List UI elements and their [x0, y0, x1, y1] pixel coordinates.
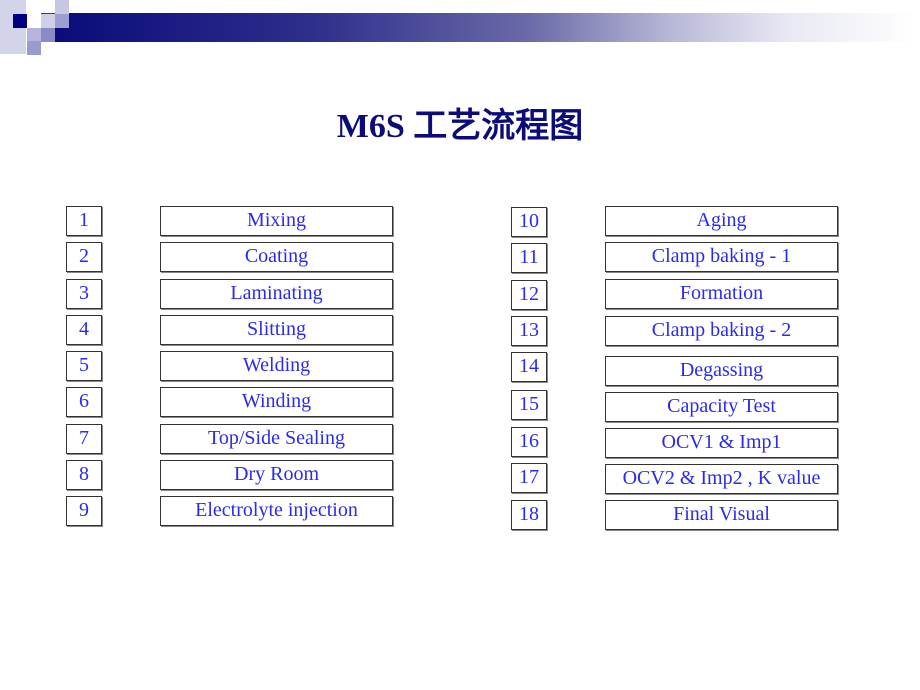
step-number: 18	[511, 500, 547, 530]
step-number: 5	[66, 351, 102, 381]
process-step: Clamp baking - 2	[605, 316, 838, 346]
step-number: 17	[511, 463, 547, 493]
process-step: OCV1 & Imp1	[605, 428, 838, 458]
step-number: 13	[511, 316, 547, 346]
process-step: Dry Room	[160, 460, 393, 490]
process-step: Mixing	[160, 206, 393, 236]
decor-square	[41, 13, 55, 29]
decor-square	[13, 14, 27, 28]
slide-title: M6S 工艺流程图	[336, 108, 584, 145]
process-step: Clamp baking - 1	[605, 242, 838, 272]
step-number: 3	[66, 279, 102, 309]
decor-square	[55, 14, 69, 28]
step-number: 14	[511, 352, 547, 382]
decor-square	[55, 0, 69, 14]
step-number: 2	[66, 242, 102, 272]
step-number: 15	[511, 390, 547, 420]
step-number: 8	[66, 460, 102, 490]
process-step: Winding	[160, 387, 393, 417]
process-step: Capacity Test	[605, 392, 838, 422]
step-number: 1	[66, 206, 102, 236]
step-number: 10	[511, 207, 547, 237]
step-number: 16	[511, 427, 547, 457]
process-step: Aging	[605, 206, 838, 236]
process-step: Electrolyte injection	[160, 496, 393, 526]
process-step: Degassing	[605, 356, 838, 386]
step-number: 6	[66, 387, 102, 417]
process-step: OCV2 & Imp2 , K value	[605, 464, 838, 494]
step-number: 4	[66, 315, 102, 345]
process-step: Slitting	[160, 315, 393, 345]
decor-square	[41, 28, 55, 42]
process-step: Top/Side Sealing	[160, 424, 393, 454]
decor-square	[27, 28, 41, 42]
process-step: Laminating	[160, 279, 393, 309]
process-step: Coating	[160, 242, 393, 272]
step-number: 12	[511, 280, 547, 310]
decor-square	[27, 41, 41, 55]
process-step: Welding	[160, 351, 393, 381]
process-step: Formation	[605, 279, 838, 309]
step-number: 7	[66, 424, 102, 454]
title-banner-bar	[55, 13, 915, 42]
process-step: Final Visual	[605, 500, 838, 530]
step-number: 9	[66, 496, 102, 526]
step-number: 11	[511, 243, 547, 273]
